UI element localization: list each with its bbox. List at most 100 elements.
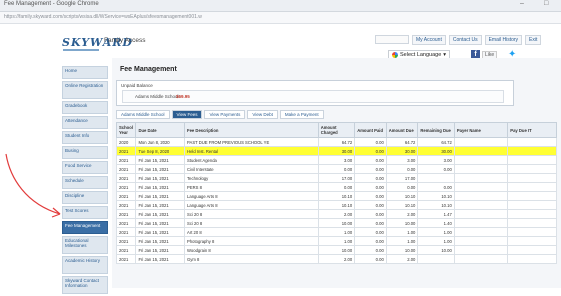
col-header-pay-due[interactable]: Pay Due IT [507, 122, 557, 138]
table-cell: 0.00 [354, 182, 387, 192]
sidebar-item-gradebook[interactable]: Gradebook [62, 101, 108, 114]
table-cell [507, 200, 557, 210]
table-cell: 10.00 [317, 245, 356, 255]
table-cell: 10.10 [417, 191, 455, 201]
table-cell: 17.00 [385, 173, 419, 183]
table-row[interactable]: 2021 Fri Jan 15, 2021 Student Agenda 3.00 0.… [115, 155, 557, 165]
table-cell: 0.00 [354, 209, 387, 219]
sidebar-item-fee-management[interactable]: Fee Management [62, 221, 108, 234]
top-links: My Account Contact Us Email History Exit [375, 35, 542, 45]
contact-us-link[interactable]: Contact Us [448, 35, 482, 45]
address-bar[interactable]: https://family.skyward.com/scripts/wsisa… [0, 12, 561, 24]
table-cell: 10.00 [385, 245, 419, 255]
table-cell: 0.00 [417, 182, 455, 192]
table-row[interactable]: 2020 Mon Jun 8, 2020 PAST DUE FROM PREVIOU… [115, 137, 557, 147]
table-cell: Gym 8 [184, 254, 319, 264]
sidebar-item-food-service[interactable]: Food Service [62, 161, 108, 174]
page-title: Fee Management [120, 66, 177, 73]
unpaid-balance-row: Adams Middle School: $69.95 [122, 90, 504, 103]
col-header-amount-paid[interactable]: Amount Paid [354, 122, 387, 138]
sidebar-item-busing[interactable]: Busing [62, 146, 108, 159]
tab-view-fees[interactable]: View Fees [171, 110, 203, 119]
table-cell: 2021 [115, 191, 137, 201]
table-row[interactable]: 2021 Fri Jan 15, 2021 Technology 17.00 0.00 1… [115, 173, 557, 183]
tab-view-payments[interactable]: View Payments [204, 110, 246, 119]
table-row[interactable]: 2021 Fri Jan 15, 2021 Language Arts 8 10.10… [115, 191, 557, 201]
table-cell: 2.00 [385, 254, 419, 264]
table-cell [453, 182, 509, 192]
col-header-remaining-due[interactable]: Remaining Due [417, 122, 455, 138]
table-row[interactable]: 2021 Fri Jan 15, 2021 Sci 20 8 2.00 0.00 2.00… [115, 209, 557, 219]
table-row[interactable]: 2021 Tue Sep 8, 2020 Held Inst. Rental 30.0… [115, 146, 557, 156]
table-row[interactable]: 2021 Fri Jan 15, 2021 Civil Interstate 0.00… [115, 164, 557, 174]
sidebar-item-test-scores[interactable]: Test Scores [62, 206, 108, 219]
tab-view-debt[interactable]: View Debt [247, 110, 278, 119]
table-cell: 1.00 [317, 227, 356, 237]
table-cell: 10.10 [317, 200, 356, 210]
col-header-fee-description[interactable]: Fee Description [184, 122, 319, 138]
my-account-link[interactable]: My Account [412, 35, 446, 45]
col-header-amount-charged[interactable]: Amount Charged [317, 122, 356, 138]
table-cell: 64.72 [417, 137, 455, 147]
table-cell: 2021 [115, 146, 137, 156]
minimize-icon[interactable]: – [520, 0, 524, 7]
close-icon[interactable]: □ [544, 0, 548, 7]
table-row[interactable]: 2021 Fri Jan 15, 2021 Art 20 8 1.00 0.00 1.00… [115, 227, 557, 237]
unpaid-balance-title: Unpaid Balance [121, 83, 153, 88]
table-cell [507, 227, 557, 237]
student-select[interactable] [375, 35, 409, 44]
unpaid-balance-box: Unpaid Balance Adams Middle School: $69.… [116, 80, 514, 106]
table-cell: 1.00 [317, 236, 356, 246]
table-cell: 0.00 [354, 254, 387, 264]
table-cell: 0.00 [354, 173, 387, 183]
school-balance-value: $69.95 [176, 94, 190, 99]
col-header-payer-name[interactable]: Payer Name [453, 122, 509, 138]
sidebar-item-online-registration[interactable]: Online Registration [62, 81, 108, 99]
table-cell: 64.72 [385, 137, 419, 147]
table-cell: 17.00 [317, 173, 356, 183]
table-cell [507, 236, 557, 246]
table-cell: Civil Interstate [184, 164, 319, 174]
table-cell [507, 182, 557, 192]
table-cell: 2021 [115, 218, 137, 228]
table-cell: PERS 8 [184, 182, 319, 192]
sidebar-item-attendance[interactable]: Attendance [62, 116, 108, 129]
table-cell: 2021 [115, 227, 137, 237]
sidebar-item-home[interactable]: Home [62, 66, 108, 79]
email-history-link[interactable]: Email History [484, 35, 523, 45]
table-cell: Fri Jan 15, 2021 [135, 209, 186, 219]
table-cell: 2020 [115, 137, 137, 147]
table-cell: Fri Jan 15, 2021 [135, 191, 186, 201]
col-header-school-year[interactable]: School Year [115, 122, 137, 138]
sidebar-item-skyward-contact[interactable]: Skyward Contact Information [62, 276, 108, 294]
sidebar-item-academic-history[interactable]: Academic History [62, 256, 108, 274]
table-cell: 0.00 [354, 200, 387, 210]
exit-link[interactable]: Exit [525, 35, 542, 45]
table-row[interactable]: 2021 Fri Jan 15, 2021 Gym 8 2.00 0.00 2.00 [115, 254, 557, 264]
table-row[interactable]: 2021 Fri Jan 15, 2021 Photography 8 1.00 0.0… [115, 236, 557, 246]
table-cell: 2021 [115, 245, 137, 255]
table-row[interactable]: 2021 Fri Jan 15, 2021 Sci 20 8 10.00 0.00 10.… [115, 218, 557, 228]
table-row[interactable]: 2021 Fri Jan 15, 2021 Woodgrain 8 10.00 0.00… [115, 245, 557, 255]
table-cell [417, 254, 455, 264]
tab-school[interactable]: Adams Middle School [116, 110, 170, 119]
sidebar-item-schedule[interactable]: Schedule [62, 176, 108, 189]
table-cell: Fri Jan 15, 2021 [135, 164, 186, 174]
table-cell: 2.00 [317, 254, 356, 264]
tab-make-payment[interactable]: Make a Payment [279, 110, 324, 119]
sidebar-item-student-info[interactable]: Student Info [62, 131, 108, 144]
table-cell [453, 164, 509, 174]
sidebar-item-discipline[interactable]: Discipline [62, 191, 108, 204]
table-cell: 1.00 [385, 227, 419, 237]
col-header-due-date[interactable]: Due Date [135, 122, 186, 138]
fees-table: School Year Due Date Fee Description Amo… [115, 122, 557, 264]
table-cell: Fri Jan 15, 2021 [135, 218, 186, 228]
table-cell: 2.00 [385, 209, 419, 219]
url-text: https://family.skyward.com/scripts/wsisa… [4, 14, 202, 20]
table-cell: 1.00 [385, 236, 419, 246]
table-row[interactable]: 2021 Fri Jan 15, 2021 Language Arts 8 10.10… [115, 200, 557, 210]
sidebar-item-educational-milestones[interactable]: Educational Milestones [62, 236, 108, 254]
table-cell: Fri Jan 15, 2021 [135, 245, 186, 255]
col-header-amount-due[interactable]: Amount Due [385, 122, 419, 138]
table-row[interactable]: 2021 Fri Jan 15, 2021 PERS 8 0.00 0.00 0.00 0.… [115, 182, 557, 192]
